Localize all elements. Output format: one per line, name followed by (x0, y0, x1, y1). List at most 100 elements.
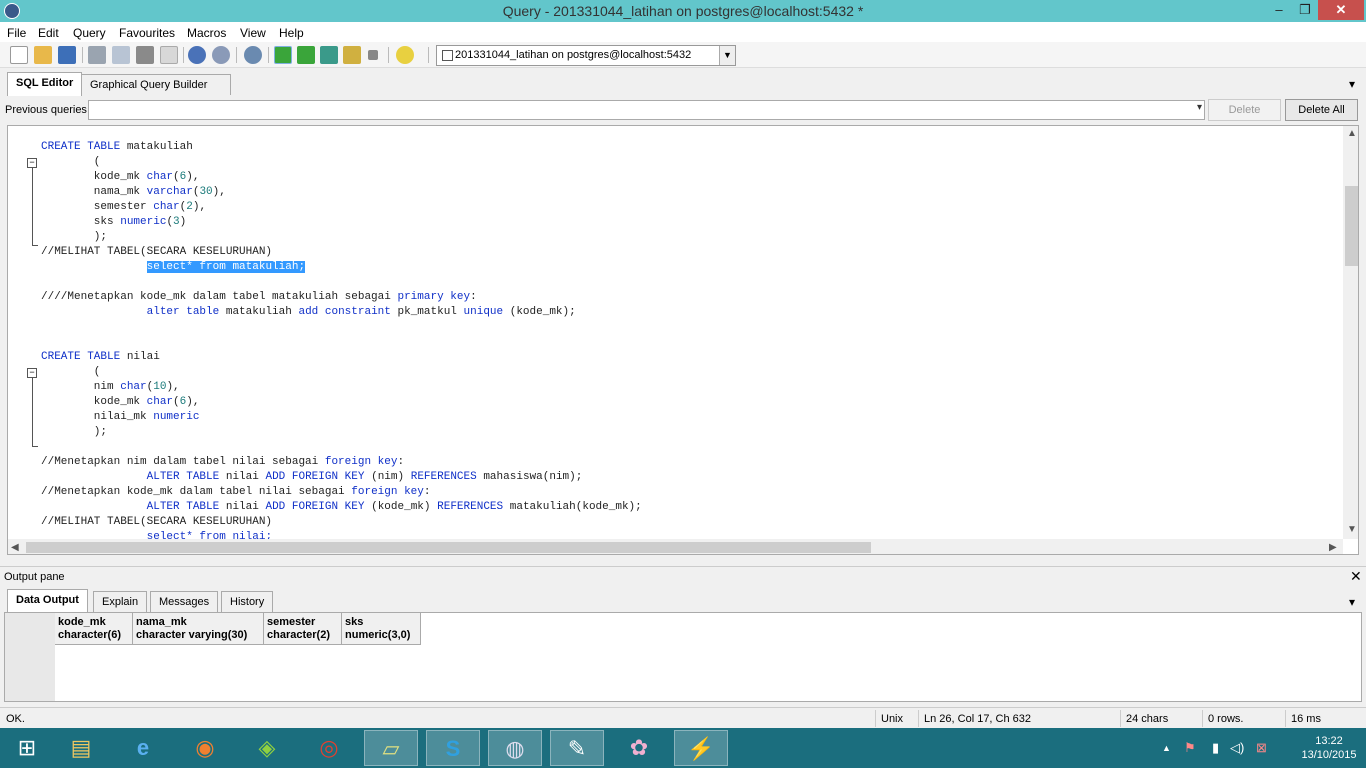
menu-query[interactable]: Query (73, 26, 106, 40)
chrome-icon[interactable]: ◎ (302, 730, 356, 766)
find-icon[interactable] (244, 46, 262, 64)
minimize-button[interactable]: ‒ (1266, 0, 1292, 20)
column-name: sks (345, 616, 364, 628)
chevron-down-icon[interactable]: ▼ (719, 46, 735, 65)
execute-pgscript-icon[interactable] (297, 46, 315, 64)
column-header[interactable]: kode_mk character(6) (55, 613, 133, 645)
fold-toggle-icon[interactable]: − (27, 368, 37, 378)
scroll-up-icon[interactable]: ▲ (1347, 128, 1357, 139)
tab-data-output[interactable]: Data Output (7, 589, 88, 613)
code-line: select* from matakuliah; (41, 260, 642, 275)
cancel-icon[interactable] (368, 50, 378, 60)
skype-icon[interactable]: S (426, 730, 480, 766)
horizontal-scroll-thumb[interactable] (26, 542, 871, 553)
column-header[interactable]: semester character(2) (264, 613, 342, 645)
data-output-grid[interactable]: kode_mk character(6) nama_mk character var… (4, 612, 1362, 702)
connection-select[interactable]: 201331044_latihan on postgres@localhost:… (436, 45, 736, 66)
window-title: Query - 201331044_latihan on postgres@lo… (502, 3, 864, 19)
code-line: CREATE TABLE nilai (41, 351, 160, 363)
open-folder-icon[interactable] (34, 46, 52, 64)
network-icon[interactable]: ⊠ (1256, 740, 1267, 756)
scroll-right-icon[interactable]: ▶ (1329, 542, 1337, 553)
tab-explain[interactable]: Explain (93, 591, 148, 612)
file-explorer-icon[interactable]: ▤ (54, 730, 108, 766)
menu-help[interactable]: Help (279, 26, 304, 40)
menu-macros[interactable]: Macros (187, 26, 226, 40)
code-line: //MELIHAT TABEL(SECARA KESELURUHAN) (41, 246, 273, 258)
paste-icon[interactable] (136, 46, 154, 64)
scroll-down-icon[interactable]: ▼ (1347, 524, 1357, 535)
menu-favourites[interactable]: Favourites (119, 26, 175, 40)
cut-icon[interactable] (88, 46, 106, 64)
column-header[interactable]: sks numeric(3,0) (342, 613, 421, 645)
paint-icon[interactable]: ✿ (612, 730, 666, 766)
undo-icon[interactable] (188, 46, 206, 64)
system-clock[interactable]: 13:22 13/10/2015 (1298, 734, 1360, 762)
menu-edit[interactable]: Edit (38, 26, 59, 40)
start-button[interactable]: ⊞ (0, 730, 54, 766)
selected-text: select* from matakuliah; (146, 261, 306, 273)
clear-icon[interactable] (160, 46, 178, 64)
code-line: ( (41, 156, 101, 168)
close-button[interactable]: ✕ (1318, 0, 1364, 20)
panel-menu-icon[interactable]: ▾ (1349, 595, 1355, 609)
volume-icon[interactable]: ◁) (1230, 740, 1244, 756)
status-message: OK. (6, 713, 25, 725)
tab-graphical-query-builder[interactable]: Graphical Query Builder (81, 74, 231, 95)
code-line: alter table matakuliah add constraint pk… (146, 306, 576, 318)
tab-sql-editor[interactable]: SQL Editor (7, 72, 83, 96)
connection-checkbox[interactable] (442, 50, 453, 61)
tab-history[interactable]: History (221, 591, 274, 612)
column-header[interactable]: nama_mk character varying(30) (133, 613, 264, 645)
menu-view[interactable]: View (240, 26, 266, 40)
column-name: kode_mk (58, 616, 106, 628)
explain-icon[interactable] (343, 46, 361, 64)
title-bar[interactable]: Query - 201331044_latihan on postgres@lo… (0, 0, 1366, 22)
show-hidden-icons-icon[interactable]: ▲ (1162, 743, 1171, 753)
vertical-scroll-thumb[interactable] (1345, 186, 1358, 266)
previous-queries-select[interactable]: ▾ (88, 100, 1205, 120)
winamp-icon[interactable]: ⚡ (674, 730, 728, 766)
tab-messages[interactable]: Messages (150, 591, 219, 612)
save-icon[interactable] (58, 46, 76, 64)
new-file-icon[interactable] (10, 46, 28, 64)
redo-icon[interactable] (212, 46, 230, 64)
delete-all-button[interactable]: Delete All (1285, 99, 1358, 121)
status-rows: 0 rows. (1208, 713, 1244, 725)
code-text[interactable]: CREATE TABLE matakuliah ( kode_mk char(6… (41, 140, 642, 545)
action-center-icon[interactable]: ⚑ (1184, 740, 1196, 756)
code-line: ( (41, 366, 101, 378)
taskbar: ⊞ ▤ e ◉ ◈ ◎ ▱ S ◍ ✎ ✿ ⚡ ▲ ⚑ ▮ ◁) ⊠ 13:22… (0, 728, 1366, 768)
help-icon[interactable] (396, 46, 414, 64)
previous-queries-row: Previous queries ▾ Delete Delete All (0, 97, 1366, 123)
clock-date: 13/10/2015 (1301, 749, 1357, 761)
internet-explorer-icon[interactable]: e (116, 730, 170, 766)
sticky-notes-icon[interactable]: ▱ (364, 730, 418, 766)
fold-toggle-icon[interactable]: − (27, 158, 37, 168)
chevron-down-icon[interactable]: ▾ (1197, 102, 1202, 113)
code-line: nim char(10), (41, 381, 180, 393)
execute-icon[interactable] (274, 46, 292, 64)
firefox-icon[interactable]: ◉ (178, 730, 232, 766)
status-bar: OK. Unix Ln 26, Col 17, Ch 632 24 chars … (0, 707, 1366, 728)
maximize-button[interactable]: ❐ (1292, 0, 1318, 20)
bluestacks-icon[interactable]: ◈ (240, 730, 294, 766)
code-line: kode_mk char(6), (41, 171, 200, 183)
copy-icon[interactable] (112, 46, 130, 64)
sql-editor[interactable]: − − CREATE TABLE matakuliah ( kode_mk ch… (7, 125, 1359, 555)
menu-file[interactable]: File (7, 26, 26, 40)
panel-menu-icon[interactable]: ▾ (1349, 77, 1355, 91)
pgadmin-icon[interactable]: ◍ (488, 730, 542, 766)
close-icon[interactable]: ✕ (1350, 568, 1362, 585)
delete-button[interactable]: Delete (1208, 99, 1281, 121)
execute-to-file-icon[interactable] (320, 46, 338, 64)
output-tabs: Data Output Explain Messages History ▾ (0, 586, 1366, 613)
code-line: ); (41, 426, 108, 438)
code-line: //Menetapkan nim dalam tabel nilai sebag… (41, 456, 405, 468)
battery-icon[interactable]: ▮ (1212, 740, 1219, 756)
code-line: ALTER TABLE nilai ADD FOREIGN KEY (nim) … (146, 471, 583, 483)
scroll-left-icon[interactable]: ◀ (11, 542, 19, 553)
notepad-icon[interactable]: ✎ (550, 730, 604, 766)
